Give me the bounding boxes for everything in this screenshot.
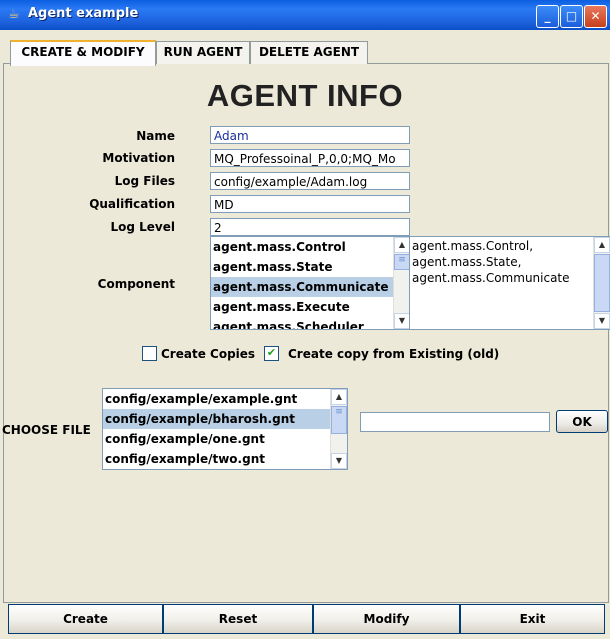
file-list[interactable]: config/example/example.gnt config/exampl… [102,388,348,470]
component-text: agent.mass.Control, agent.mass.State, ag… [412,239,570,285]
page-title: AGENT INFO [206,78,404,113]
name-label: Name [136,129,175,143]
component-scrollbar[interactable]: ▲ ≡ ▼ [393,237,410,329]
list-item-selected[interactable]: config/example/bharosh.gnt [103,409,330,429]
create-button[interactable]: Create [8,604,163,634]
create-copy-existing-checkbox[interactable]: ✔ [264,346,279,361]
scroll-up-icon[interactable]: ▲ [394,237,410,253]
window-title: Agent example [28,6,139,21]
tab-run-agent[interactable]: RUN AGENT [156,41,250,64]
component-label: Component [97,277,175,291]
reset-button[interactable]: Reset [163,604,313,634]
choose-file-label: CHOOSE FILE [2,423,91,437]
minimize-button[interactable]: _ [536,5,559,28]
list-item[interactable]: agent.mass.State [211,257,393,277]
exit-button[interactable]: Exit [460,604,605,634]
component-textarea[interactable]: agent.mass.Control, agent.mass.State, ag… [409,236,610,330]
motivation-label: Motivation [102,151,175,165]
qualification-label: Qualification [89,197,175,211]
file-list-scrollbar[interactable]: ▲ ≡ ▼ [330,389,347,469]
list-item[interactable]: config/example/one.gnt [103,429,330,449]
create-copies-label: Create Copies [161,347,256,361]
close-button[interactable]: ✕ [584,5,607,28]
list-item[interactable]: agent.mass.Control [211,237,393,257]
list-item[interactable]: agent.mass.Execute [211,297,393,317]
tab-panel [3,63,609,603]
scroll-up-icon[interactable]: ▲ [594,237,610,253]
scroll-thumb[interactable]: ≡ [394,254,410,270]
scroll-thumb[interactable] [594,254,610,312]
list-item-selected[interactable]: agent.mass.Communicate [211,277,393,297]
maximize-button[interactable]: □ [560,5,583,28]
tab-create-modify[interactable]: CREATE & MODIFY [10,40,156,66]
java-cup-icon: ☕ [8,7,20,22]
check-mark-icon: ✔ [266,346,277,359]
scroll-down-icon[interactable]: ▼ [394,313,410,329]
log-files-label: Log Files [114,174,175,188]
list-item[interactable]: agent.mass.Scheduler [211,317,393,329]
scroll-down-icon[interactable]: ▼ [594,313,610,329]
log-level-label: Log Level [110,220,175,234]
component-list[interactable]: agent.mass.Control agent.mass.State agen… [210,236,411,330]
modify-button[interactable]: Modify [313,604,460,634]
log-level-field[interactable]: 2 [210,218,410,236]
action-bar: Create Reset Modify Exit [8,604,605,634]
app-window: ☕ Agent example _ □ ✕ CREATE & MODIFY RU… [0,0,610,639]
name-field[interactable]: Adam [210,126,410,144]
tab-delete-agent[interactable]: DELETE AGENT [250,41,368,64]
motivation-field[interactable]: MQ_Professoinal_P,0,0;MQ_Mo [210,149,410,167]
scroll-thumb[interactable]: ≡ [331,406,347,434]
list-item[interactable]: config/example/two.gnt [103,449,330,469]
create-copy-existing-label: Create copy from Existing (old) [288,347,500,361]
ok-button[interactable]: OK [556,410,608,433]
log-files-field[interactable]: config/example/Adam.log [210,172,410,190]
list-item[interactable]: config/example/example.gnt [103,389,330,409]
qualification-field[interactable]: MD [210,195,410,213]
scroll-up-icon[interactable]: ▲ [331,389,347,405]
file-path-input[interactable] [360,412,550,432]
textarea-scrollbar[interactable]: ▲ ▼ [593,237,610,329]
create-copies-checkbox[interactable] [142,346,157,361]
scroll-down-icon[interactable]: ▼ [331,453,347,469]
title-bar[interactable]: ☕ Agent example _ □ ✕ [0,0,610,30]
